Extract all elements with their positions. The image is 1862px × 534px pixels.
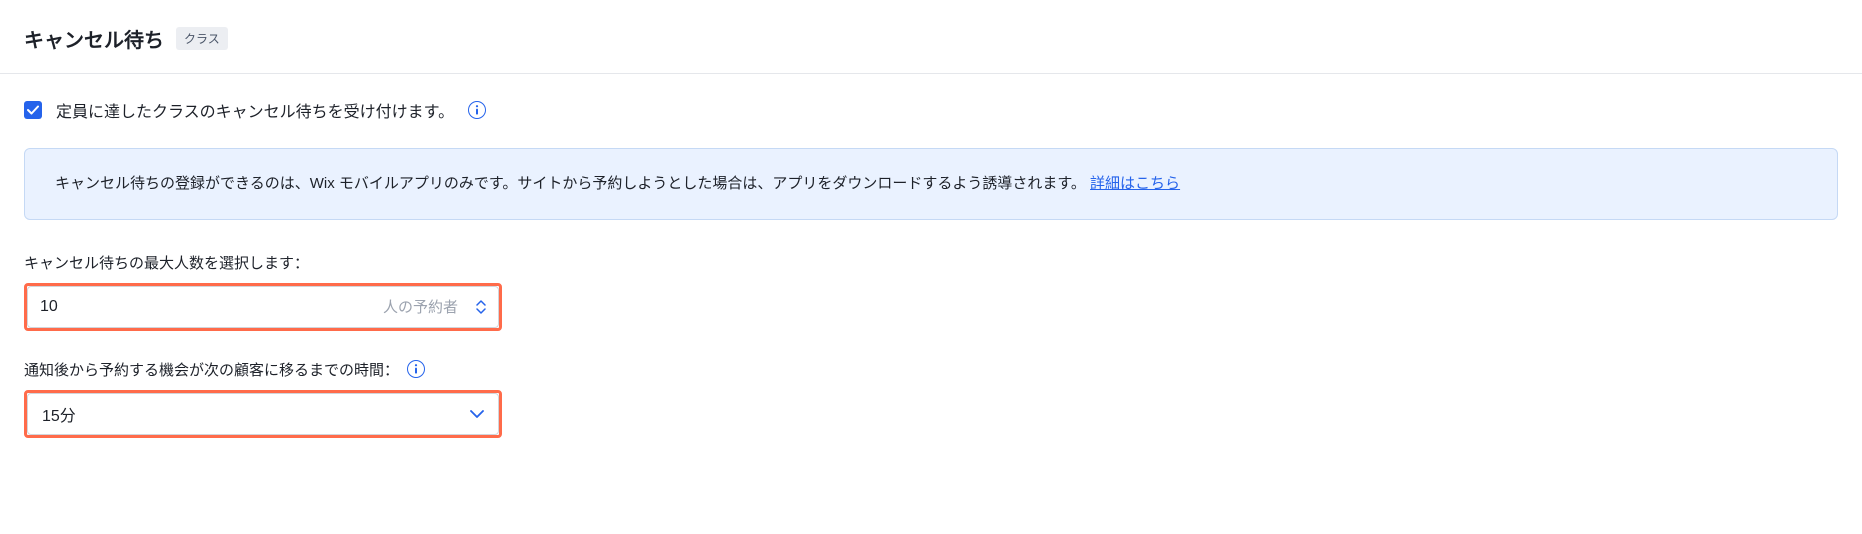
- time-window-field: 通知後から予約する機会が次の顧客に移るまでの時間： 15分: [24, 359, 1838, 438]
- chevron-up-icon: [476, 300, 486, 306]
- enable-waitlist-row: 定員に達したクラスのキャンセル待ちを受け付けます。: [24, 98, 1838, 122]
- max-people-value: 10: [40, 298, 383, 316]
- info-icon[interactable]: [407, 360, 425, 378]
- info-banner: キャンセル待ちの登録ができるのは、Wix モバイルアプリのみです。サイトから予約…: [24, 148, 1838, 220]
- chevron-down-icon: [476, 308, 486, 314]
- info-banner-link[interactable]: 詳細はこちら: [1090, 175, 1180, 192]
- time-window-select[interactable]: 15分: [27, 393, 499, 435]
- chevron-down-icon: [470, 405, 484, 423]
- section-header: キャンセル待ち クラス: [0, 0, 1862, 74]
- highlighted-frame: 10 人の予約者: [24, 283, 502, 331]
- stepper-up-button[interactable]: [476, 300, 486, 306]
- highlighted-frame: 15分: [24, 390, 502, 438]
- time-window-label: 通知後から予約する機会が次の顧客に移るまでの時間：: [24, 359, 399, 380]
- section-content: 定員に達したクラスのキャンセル待ちを受け付けます。 キャンセル待ちの登録ができる…: [0, 74, 1862, 490]
- info-banner-text: キャンセル待ちの登録ができるのは、Wix モバイルアプリのみです。サイトから予約…: [55, 175, 1086, 192]
- section-title: キャンセル待ち: [24, 24, 164, 53]
- max-people-stepper[interactable]: 10 人の予約者: [27, 286, 499, 328]
- max-people-label: キャンセル待ちの最大人数を選択します：: [24, 252, 309, 273]
- stepper-down-button[interactable]: [476, 308, 486, 314]
- section-badge: クラス: [176, 27, 228, 50]
- check-icon: [27, 104, 39, 116]
- enable-waitlist-label: 定員に達したクラスのキャンセル待ちを受け付けます。: [56, 98, 454, 122]
- time-window-value: 15分: [42, 402, 76, 426]
- stepper-arrows: [476, 300, 486, 314]
- info-icon[interactable]: [468, 101, 486, 119]
- max-people-suffix: 人の予約者: [383, 296, 458, 317]
- enable-waitlist-checkbox[interactable]: [24, 101, 42, 119]
- max-people-field: キャンセル待ちの最大人数を選択します： 10 人の予約者: [24, 252, 1838, 331]
